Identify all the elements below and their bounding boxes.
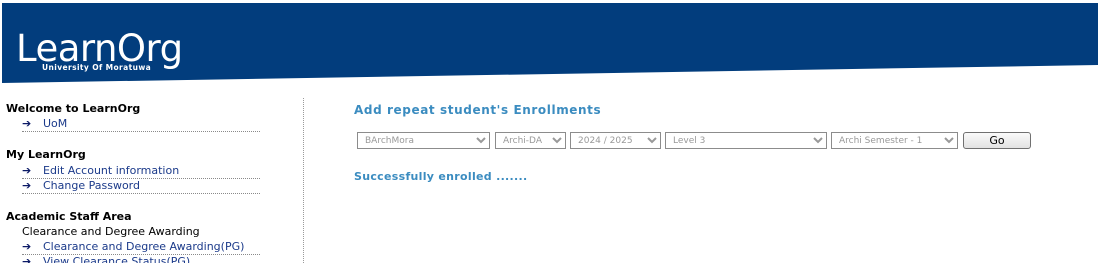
- sidebar: Welcome to LearnOrg ➔ UoM My LearnOrg ➔ Ed…: [0, 97, 300, 263]
- sidebar-item-label: Clearance and Degree Awarding(PG): [43, 240, 245, 253]
- sidebar-item-label: UoM: [43, 117, 68, 130]
- section-title-academic-staff: Academic Staff Area: [6, 210, 132, 223]
- go-button[interactable]: Go: [963, 132, 1031, 149]
- page-title: Add repeat student's Enrollments: [354, 103, 602, 117]
- logo-subtitle: University Of Moratuwa: [42, 63, 152, 72]
- level-select[interactable]: Level 3: [665, 132, 827, 149]
- institute-select[interactable]: BArchMora: [357, 132, 490, 149]
- sidebar-item-label: Edit Account information: [43, 164, 180, 177]
- course-select[interactable]: Archi-DA: [495, 132, 566, 149]
- semester-select[interactable]: Archi Semester - 1: [831, 132, 958, 149]
- sidebar-item-change-password[interactable]: ➔ Change Password: [22, 179, 260, 194]
- sidebar-item-view-clearance[interactable]: ➔ View Clearance Status(PG): [22, 255, 260, 263]
- arrow-right-icon: ➔: [22, 179, 32, 192]
- arrow-right-icon: ➔: [22, 164, 32, 177]
- sidebar-item-clearance-pg[interactable]: ➔ Clearance and Degree Awarding(PG): [22, 240, 260, 255]
- section-title-welcome: Welcome to LearnOrg: [6, 102, 141, 115]
- sidebar-item-label: View Clearance Status(PG): [43, 255, 191, 263]
- sidebar-subheading: Clearance and Degree Awarding: [22, 225, 200, 238]
- arrow-right-icon: ➔: [22, 240, 32, 253]
- sidebar-divider: [303, 98, 304, 263]
- sidebar-item-label: Change Password: [43, 179, 140, 192]
- sidebar-item-uom[interactable]: ➔ UoM: [22, 117, 260, 132]
- arrow-right-icon: ➔: [22, 255, 32, 263]
- section-title-my-learnorg: My LearnOrg: [6, 148, 86, 161]
- status-message: Successfully enrolled .......: [354, 170, 528, 183]
- year-select[interactable]: 2024 / 2025: [570, 132, 661, 149]
- sidebar-item-edit-account[interactable]: ➔ Edit Account information: [22, 164, 260, 179]
- site-header: LearnOrg University Of Moratuwa: [2, 3, 1098, 83]
- arrow-right-icon: ➔: [22, 117, 32, 130]
